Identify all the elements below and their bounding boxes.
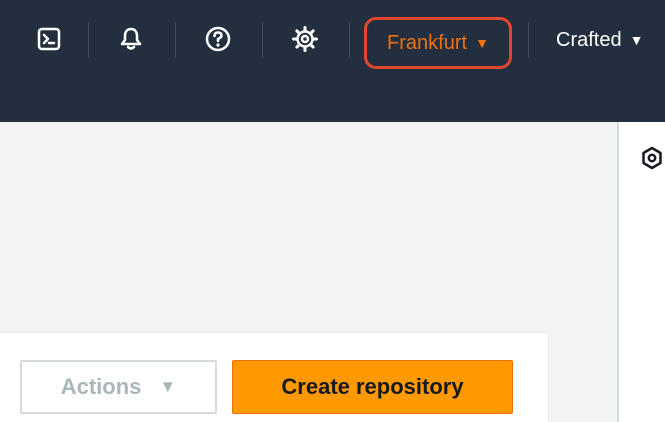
- actions-dropdown-button[interactable]: Actions ▼: [20, 360, 217, 414]
- caret-down-icon: ▼: [475, 35, 489, 51]
- nav-divider: [528, 22, 529, 58]
- create-repository-button[interactable]: Create repository: [232, 360, 513, 414]
- nav-divider: [349, 22, 350, 58]
- info-panel-icon[interactable]: [641, 146, 663, 175]
- help-icon[interactable]: [201, 16, 235, 62]
- account-label: Crafted: [556, 28, 622, 51]
- account-menu-button[interactable]: Crafted ▼: [556, 17, 643, 63]
- actions-label: Actions: [60, 374, 142, 399]
- region-selector-button[interactable]: Frankfurt ▼: [364, 17, 512, 69]
- nav-divider: [175, 22, 176, 58]
- nav-divider: [262, 22, 263, 58]
- right-tools-rail: [617, 122, 665, 422]
- caret-down-icon: ▼: [159, 377, 177, 396]
- top-navigation-bar: Frankfurt ▼ Crafted ▼: [0, 0, 665, 122]
- nav-divider: [88, 22, 89, 58]
- caret-down-icon: ▼: [629, 32, 644, 48]
- cloudshell-terminal-icon[interactable]: [32, 16, 66, 62]
- create-repository-label: Create repository: [281, 374, 464, 399]
- gear-icon[interactable]: [288, 16, 322, 62]
- bell-icon[interactable]: [114, 16, 148, 62]
- region-label: Frankfurt: [387, 31, 468, 54]
